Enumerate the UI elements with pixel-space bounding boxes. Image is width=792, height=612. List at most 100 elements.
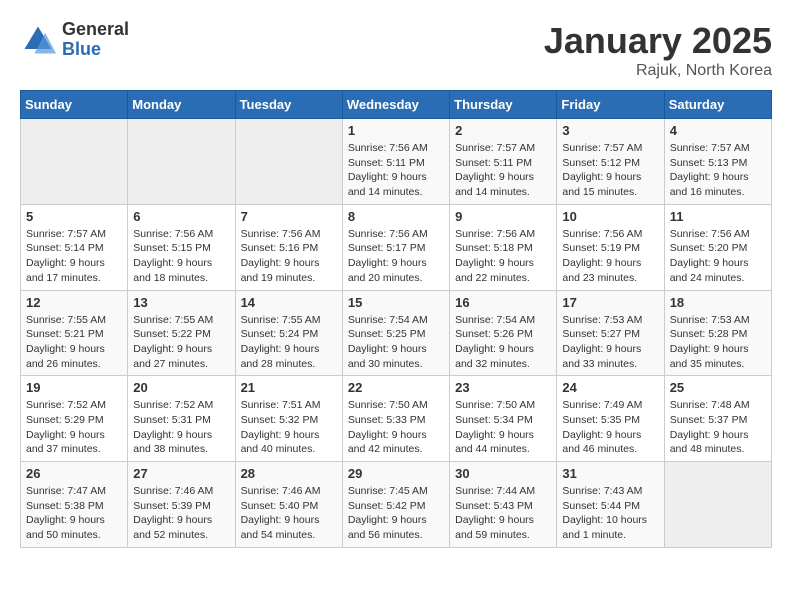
calendar-header: SundayMondayTuesdayWednesdayThursdayFrid… — [21, 91, 772, 119]
cell-content: Sunrise: 7:57 AMSunset: 5:11 PMDaylight:… — [455, 141, 551, 200]
header-cell-monday: Monday — [128, 91, 235, 119]
cell-content: Sunrise: 7:47 AMSunset: 5:38 PMDaylight:… — [26, 484, 122, 543]
logo: General Blue — [20, 20, 129, 60]
cell-content: Sunrise: 7:44 AMSunset: 5:43 PMDaylight:… — [455, 484, 551, 543]
day-cell: 7Sunrise: 7:56 AMSunset: 5:16 PMDaylight… — [235, 204, 342, 290]
day-number: 4 — [670, 123, 766, 138]
day-number: 30 — [455, 466, 551, 481]
cell-content: Sunrise: 7:53 AMSunset: 5:28 PMDaylight:… — [670, 313, 766, 372]
day-number: 26 — [26, 466, 122, 481]
cell-content: Sunrise: 7:56 AMSunset: 5:20 PMDaylight:… — [670, 227, 766, 286]
cell-content: Sunrise: 7:54 AMSunset: 5:25 PMDaylight:… — [348, 313, 444, 372]
day-number: 15 — [348, 295, 444, 310]
cell-content: Sunrise: 7:45 AMSunset: 5:42 PMDaylight:… — [348, 484, 444, 543]
day-cell: 22 Sunrise: 7:50 AMSunset: 5:33 PMDayligh… — [342, 376, 449, 462]
sub-title: Rajuk, North Korea — [544, 62, 772, 80]
day-number: 27 — [133, 466, 229, 481]
day-cell: 27 Sunrise: 7:46 AMSunset: 5:39 PMDayligh… — [128, 462, 235, 548]
cell-content: Sunrise: 7:46 AMSunset: 5:40 PMDaylight:… — [241, 484, 337, 543]
cell-content: Sunrise: 7:50 AMSunset: 5:34 PMDaylight:… — [455, 398, 551, 457]
cell-content: Sunrise: 7:56 AMSunset: 5:17 PMDaylight:… — [348, 227, 444, 286]
logo-general: General — [62, 20, 129, 40]
day-cell: 20Sunrise: 7:52 AMSunset: 5:31 PMDayligh… — [128, 376, 235, 462]
cell-content: Sunrise: 7:56 AMSunset: 5:15 PMDaylight:… — [133, 227, 229, 286]
day-cell: 31 Sunrise: 7:43 AMSunset: 5:44 PMDayligh… — [557, 462, 664, 548]
day-cell: 25 Sunrise: 7:48 AMSunset: 5:37 PMDayligh… — [664, 376, 771, 462]
day-cell: 1Sunrise: 7:56 AMSunset: 5:11 PMDaylight… — [342, 119, 449, 205]
day-number: 10 — [562, 209, 658, 224]
day-cell: 9 Sunrise: 7:56 AMSunset: 5:18 PMDaylight… — [450, 204, 557, 290]
day-number: 2 — [455, 123, 551, 138]
day-number: 21 — [241, 380, 337, 395]
header-cell-wednesday: Wednesday — [342, 91, 449, 119]
day-number: 19 — [26, 380, 122, 395]
header-cell-thursday: Thursday — [450, 91, 557, 119]
day-cell: 21 Sunrise: 7:51 AMSunset: 5:32 PMDayligh… — [235, 376, 342, 462]
week-row-2: 5 Sunrise: 7:57 AMSunset: 5:14 PMDaylight… — [21, 204, 772, 290]
day-cell: 19 Sunrise: 7:52 AMSunset: 5:29 PMDayligh… — [21, 376, 128, 462]
logo-blue: Blue — [62, 40, 129, 60]
day-cell: 5 Sunrise: 7:57 AMSunset: 5:14 PMDaylight… — [21, 204, 128, 290]
day-cell: 18Sunrise: 7:53 AMSunset: 5:28 PMDayligh… — [664, 290, 771, 376]
day-cell — [128, 119, 235, 205]
day-number: 28 — [241, 466, 337, 481]
cell-content: Sunrise: 7:55 AMSunset: 5:22 PMDaylight:… — [133, 313, 229, 372]
day-number: 14 — [241, 295, 337, 310]
day-cell: 11 Sunrise: 7:56 AMSunset: 5:20 PMDayligh… — [664, 204, 771, 290]
header-cell-saturday: Saturday — [664, 91, 771, 119]
cell-content: Sunrise: 7:57 AMSunset: 5:13 PMDaylight:… — [670, 141, 766, 200]
day-cell: 26 Sunrise: 7:47 AMSunset: 5:38 PMDayligh… — [21, 462, 128, 548]
logo-text: General Blue — [62, 20, 129, 60]
cell-content: Sunrise: 7:52 AMSunset: 5:29 PMDaylight:… — [26, 398, 122, 457]
day-number: 11 — [670, 209, 766, 224]
cell-content: Sunrise: 7:51 AMSunset: 5:32 PMDaylight:… — [241, 398, 337, 457]
calendar-table: SundayMondayTuesdayWednesdayThursdayFrid… — [20, 90, 772, 548]
day-cell: 4 Sunrise: 7:57 AMSunset: 5:13 PMDaylight… — [664, 119, 771, 205]
day-cell: 8 Sunrise: 7:56 AMSunset: 5:17 PMDaylight… — [342, 204, 449, 290]
day-cell: 2 Sunrise: 7:57 AMSunset: 5:11 PMDaylight… — [450, 119, 557, 205]
week-row-4: 19 Sunrise: 7:52 AMSunset: 5:29 PMDayligh… — [21, 376, 772, 462]
main-title: January 2025 — [544, 20, 772, 62]
day-number: 8 — [348, 209, 444, 224]
cell-content: Sunrise: 7:56 AMSunset: 5:19 PMDaylight:… — [562, 227, 658, 286]
day-number: 25 — [670, 380, 766, 395]
header-cell-tuesday: Tuesday — [235, 91, 342, 119]
header-cell-friday: Friday — [557, 91, 664, 119]
cell-content: Sunrise: 7:50 AMSunset: 5:33 PMDaylight:… — [348, 398, 444, 457]
header-cell-sunday: Sunday — [21, 91, 128, 119]
day-number: 31 — [562, 466, 658, 481]
day-number: 29 — [348, 466, 444, 481]
cell-content: Sunrise: 7:43 AMSunset: 5:44 PMDaylight:… — [562, 484, 658, 543]
logo-icon — [20, 22, 56, 58]
week-row-3: 12Sunrise: 7:55 AMSunset: 5:21 PMDayligh… — [21, 290, 772, 376]
day-cell: 29 Sunrise: 7:45 AMSunset: 5:42 PMDayligh… — [342, 462, 449, 548]
day-number: 23 — [455, 380, 551, 395]
cell-content: Sunrise: 7:56 AMSunset: 5:11 PMDaylight:… — [348, 141, 444, 200]
day-cell: 28 Sunrise: 7:46 AMSunset: 5:40 PMDayligh… — [235, 462, 342, 548]
day-cell: 10 Sunrise: 7:56 AMSunset: 5:19 PMDayligh… — [557, 204, 664, 290]
day-cell: 30 Sunrise: 7:44 AMSunset: 5:43 PMDayligh… — [450, 462, 557, 548]
day-cell: 24Sunrise: 7:49 AMSunset: 5:35 PMDayligh… — [557, 376, 664, 462]
cell-content: Sunrise: 7:46 AMSunset: 5:39 PMDaylight:… — [133, 484, 229, 543]
day-cell: 6Sunrise: 7:56 AMSunset: 5:15 PMDaylight… — [128, 204, 235, 290]
day-cell: 14 Sunrise: 7:55 AMSunset: 5:24 PMDayligh… — [235, 290, 342, 376]
week-row-1: 1Sunrise: 7:56 AMSunset: 5:11 PMDaylight… — [21, 119, 772, 205]
cell-content: Sunrise: 7:56 AMSunset: 5:18 PMDaylight:… — [455, 227, 551, 286]
day-number: 5 — [26, 209, 122, 224]
day-cell: 15 Sunrise: 7:54 AMSunset: 5:25 PMDayligh… — [342, 290, 449, 376]
day-number: 12 — [26, 295, 122, 310]
cell-content: Sunrise: 7:53 AMSunset: 5:27 PMDaylight:… — [562, 313, 658, 372]
day-cell: 17Sunrise: 7:53 AMSunset: 5:27 PMDayligh… — [557, 290, 664, 376]
cell-content: Sunrise: 7:48 AMSunset: 5:37 PMDaylight:… — [670, 398, 766, 457]
day-number: 3 — [562, 123, 658, 138]
header: General Blue January 2025 Rajuk, North K… — [20, 20, 772, 80]
day-cell: 13Sunrise: 7:55 AMSunset: 5:22 PMDayligh… — [128, 290, 235, 376]
day-number: 22 — [348, 380, 444, 395]
cell-content: Sunrise: 7:55 AMSunset: 5:24 PMDaylight:… — [241, 313, 337, 372]
day-number: 7 — [241, 209, 337, 224]
cell-content: Sunrise: 7:52 AMSunset: 5:31 PMDaylight:… — [133, 398, 229, 457]
day-number: 9 — [455, 209, 551, 224]
title-area: January 2025 Rajuk, North Korea — [544, 20, 772, 80]
cell-content: Sunrise: 7:57 AMSunset: 5:14 PMDaylight:… — [26, 227, 122, 286]
cell-content: Sunrise: 7:49 AMSunset: 5:35 PMDaylight:… — [562, 398, 658, 457]
